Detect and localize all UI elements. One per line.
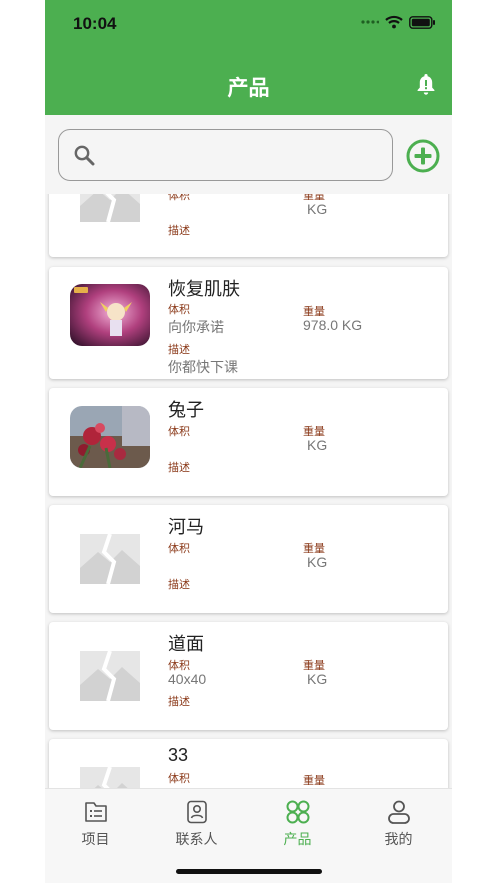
- weight-value: KG: [307, 201, 328, 217]
- product-photo: [70, 284, 150, 346]
- description-label: 描述: [168, 579, 190, 591]
- person-icon: [388, 800, 410, 824]
- weight-value: KG: [307, 554, 328, 570]
- bell-alert-icon[interactable]: [414, 72, 438, 96]
- signal-icon: [361, 20, 379, 24]
- product-name: 河马: [168, 517, 204, 537]
- weight-value: KG: [307, 437, 328, 453]
- product-name: 33: [168, 745, 189, 765]
- placeholder-image-icon: [70, 194, 150, 228]
- home-indicator: [176, 869, 322, 874]
- tab-me[interactable]: 我的: [348, 789, 449, 859]
- product-name: 兔子: [168, 400, 204, 420]
- status-icons: [361, 15, 436, 29]
- volume-label: 体积: [168, 543, 190, 555]
- product-name: 恢复肌肤: [168, 279, 240, 299]
- product-card[interactable]: 道面 体积 重量 40x40 KG 描述: [49, 622, 448, 730]
- volume-label: 体积: [168, 426, 190, 438]
- phone-screen: 10:04 产品 体积 重量 KG 描述 恢复肌肤 体积 重量 向你承诺 978…: [45, 0, 452, 883]
- clover-icon: [286, 800, 310, 824]
- volume-label: 体积: [168, 304, 190, 316]
- product-card[interactable]: 河马 体积 重量 KG 描述: [49, 505, 448, 613]
- wifi-icon: [385, 15, 403, 29]
- battery-icon: [409, 15, 435, 29]
- description-value: 你都快下课: [168, 359, 238, 375]
- volume-label: 体积: [168, 194, 190, 202]
- tab-contacts-label: 联系人: [175, 831, 218, 847]
- contacts-icon: [187, 800, 207, 824]
- volume-value: 向你承诺: [168, 319, 224, 335]
- product-photo: [70, 406, 150, 468]
- tab-projects-label: 项目: [81, 831, 110, 847]
- product-card[interactable]: 33 体积 重量: [49, 739, 448, 788]
- weight-value: 978.0 KG: [303, 317, 363, 333]
- volume-value: 40x40: [168, 671, 207, 687]
- add-product-icon[interactable]: [406, 139, 440, 173]
- tab-projects[interactable]: 项目: [45, 789, 146, 859]
- product-card[interactable]: 体积 重量 KG 描述: [49, 194, 448, 257]
- description-label: 描述: [168, 696, 190, 708]
- product-card[interactable]: 兔子 体积 重量 KG 描述: [49, 388, 448, 496]
- product-list[interactable]: 体积 重量 KG 描述 恢复肌肤 体积 重量 向你承诺 978.0 KG 描述 …: [45, 194, 452, 788]
- list-icon: [85, 802, 107, 822]
- volume-label: 体积: [168, 773, 190, 785]
- app-header: 10:04 产品: [45, 0, 452, 115]
- status-time: 10:04: [73, 14, 117, 33]
- placeholder-image-icon: [70, 528, 150, 590]
- weight-value: KG: [307, 671, 328, 687]
- placeholder-image-icon: [70, 645, 150, 707]
- description-label: 描述: [168, 462, 190, 474]
- weight-label: 重量: [303, 775, 325, 787]
- tab-me-label: 我的: [384, 831, 413, 847]
- tab-products[interactable]: 产品: [247, 789, 348, 859]
- search-input[interactable]: [58, 129, 393, 181]
- tab-products-label: 产品: [283, 831, 312, 847]
- search-row: [45, 115, 452, 194]
- page-title: 产品: [227, 77, 270, 100]
- bottom-tab-bar: 项目 联系人 产品 我的: [45, 788, 452, 883]
- placeholder-image-icon: [70, 761, 150, 788]
- search-icon: [74, 145, 95, 166]
- description-label: 描述: [168, 225, 190, 237]
- product-name: 道面: [168, 634, 204, 654]
- description-label: 描述: [168, 344, 190, 356]
- product-card[interactable]: 恢复肌肤 体积 重量 向你承诺 978.0 KG 描述 你都快下课: [49, 267, 448, 379]
- tab-contacts[interactable]: 联系人: [146, 789, 247, 859]
